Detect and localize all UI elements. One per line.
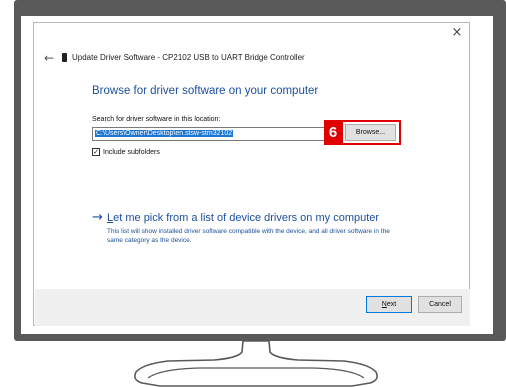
search-location-label: Search for driver software in this locat…: [92, 116, 221, 123]
include-subfolders-row[interactable]: ✓ Include subfolders: [92, 147, 160, 157]
pick-link-text: et me pick from a list of device drivers…: [113, 212, 380, 224]
stand-outline: [134, 340, 378, 387]
browse-highlight-box: [341, 120, 401, 145]
pick-from-list-link[interactable]: Let me pick from a list of device driver…: [107, 212, 379, 225]
cancel-button[interactable]: Cancel: [418, 296, 462, 313]
driver-path-selected-text: C:\Users\Owner\Desktop\en.stsw-stm32102: [95, 130, 234, 137]
page-title: Browse for driver software on your compu…: [92, 85, 319, 97]
arrow-right-icon: →: [92, 210, 103, 225]
back-arrow-icon[interactable]: ←: [44, 52, 54, 64]
pick-from-list-description: This list will show installed driver sof…: [107, 228, 390, 244]
update-driver-dialog: × ← Update Driver Software - CP2102 USB …: [33, 22, 470, 326]
step-number-badge: 6: [324, 120, 342, 145]
driver-path-input[interactable]: C:\Users\Owner\Desktop\en.stsw-stm32102: [92, 127, 343, 141]
next-label: ext: [386, 301, 397, 308]
close-icon[interactable]: ×: [449, 26, 465, 40]
device-icon: [62, 53, 67, 62]
include-subfolders-checkbox[interactable]: ✓: [92, 148, 100, 156]
next-button[interactable]: Next: [366, 296, 412, 313]
dialog-header-title: Update Driver Software - CP2102 USB to U…: [72, 53, 305, 62]
include-subfolders-label: Include subfolders: [103, 148, 160, 156]
